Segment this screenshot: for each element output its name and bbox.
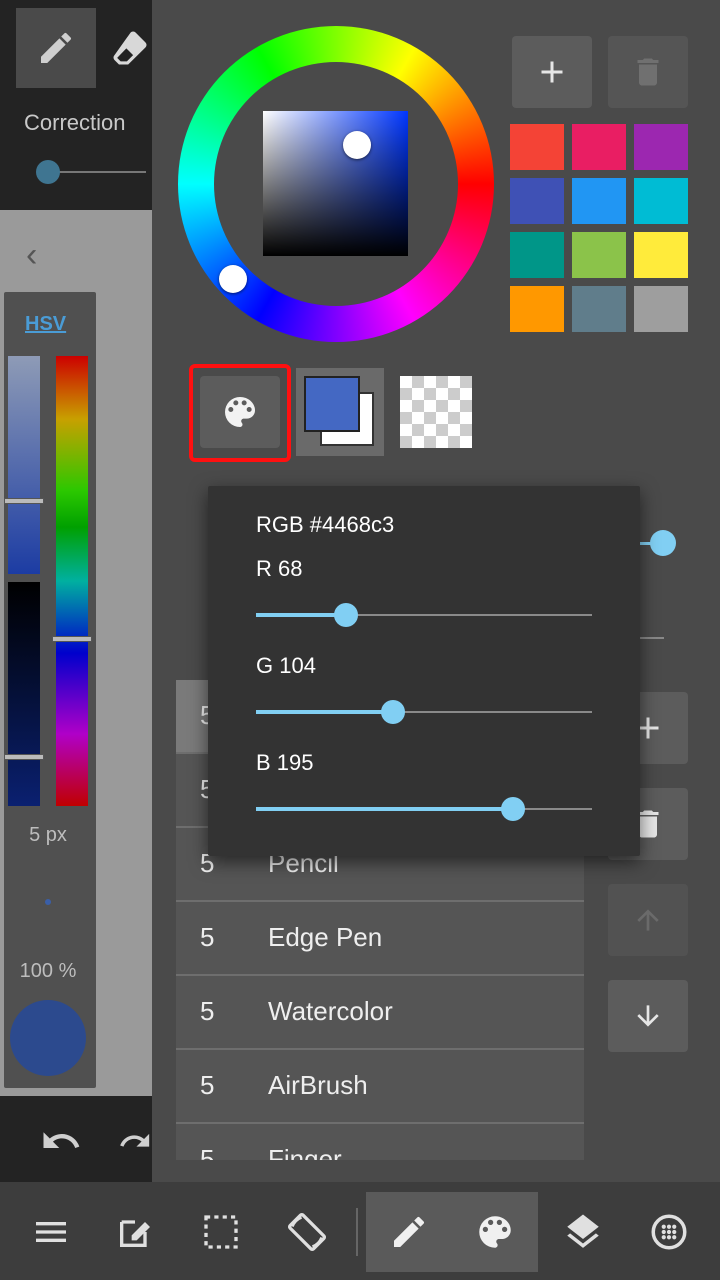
brush-name: AirBrush — [268, 1070, 368, 1100]
red-slider-knob[interactable] — [334, 603, 358, 627]
brush-size-label: 5 px — [29, 824, 67, 846]
green-slider-knob[interactable] — [381, 700, 405, 724]
color-swatch[interactable] — [634, 124, 688, 170]
brush-list-item[interactable]: 5 Watercolor — [176, 976, 584, 1050]
toolbar-divider — [356, 1208, 358, 1256]
foreground-color-square — [304, 376, 360, 432]
blue-slider-fill — [256, 807, 513, 811]
undo-icon[interactable] — [40, 1120, 82, 1162]
hue-handle[interactable] — [52, 636, 92, 642]
saturation-bar[interactable] — [8, 356, 40, 574]
chevron-left-icon[interactable]: ‹ — [26, 236, 37, 275]
layers-button[interactable] — [540, 1192, 626, 1272]
value-handle[interactable] — [4, 754, 44, 760]
selection-button[interactable] — [178, 1192, 264, 1272]
brush-name: Watercolor — [268, 996, 393, 1026]
brush-size-value: 5 — [200, 1144, 215, 1160]
layers-icon — [567, 1214, 599, 1248]
sv-picker-knob[interactable] — [343, 131, 371, 159]
color-swatch[interactable] — [510, 178, 564, 224]
rotate-icon — [287, 1212, 327, 1252]
brush-size-value: 5 — [200, 996, 215, 1026]
rgb-hex-label: RGB #4468c3 — [256, 512, 395, 537]
selection-icon — [204, 1215, 238, 1249]
arrow-up-icon — [637, 909, 659, 931]
eraser-icon — [113, 31, 147, 65]
menu-icon — [36, 1222, 66, 1242]
color-palette-button[interactable] — [200, 376, 280, 448]
brush-list-item[interactable]: 5 AirBrush — [176, 1050, 584, 1124]
blue-slider-knob[interactable] — [501, 797, 525, 821]
hsv-mode-link[interactable]: HSV — [25, 313, 66, 336]
brush-list-item[interactable]: 5 Finger — [176, 1124, 584, 1160]
hue-bar[interactable] — [56, 356, 88, 806]
add-color-button[interactable] — [512, 36, 592, 108]
brush-size-value: 5 — [200, 1070, 215, 1100]
palette-icon — [225, 397, 255, 427]
color-swatch[interactable] — [572, 286, 626, 332]
settings-icon — [651, 1214, 687, 1250]
brush-list-item[interactable]: 5 Edge Pen — [176, 902, 584, 976]
color-swatch[interactable] — [510, 286, 564, 332]
material-button[interactable] — [626, 1192, 712, 1272]
current-color-preview[interactable] — [10, 1000, 86, 1076]
value-bar[interactable] — [8, 582, 40, 806]
pencil-tool-button[interactable] — [16, 8, 96, 88]
edit-icon — [120, 1220, 150, 1247]
plus-icon — [541, 61, 563, 83]
color-swatch[interactable] — [572, 124, 626, 170]
blue-label: B 195 — [256, 750, 314, 775]
partial-slider-knob[interactable] — [650, 530, 676, 556]
saturation-value-square[interactable] — [263, 111, 408, 256]
palette-icon — [479, 1216, 511, 1248]
color-swatch[interactable] — [510, 232, 564, 278]
green-label: G 104 — [256, 653, 316, 678]
brush-size-preview — [45, 899, 51, 905]
edit-button[interactable] — [92, 1192, 178, 1272]
arrow-down-icon — [637, 1005, 659, 1027]
hue-picker-knob[interactable] — [219, 265, 247, 293]
red-slider-fill — [256, 613, 346, 617]
correction-slider-knob[interactable] — [36, 160, 60, 184]
correction-label: Correction — [24, 110, 126, 135]
color-tool-button[interactable] — [452, 1192, 538, 1272]
redo-icon[interactable] — [118, 1120, 152, 1162]
brush-name: Edge Pen — [268, 922, 383, 952]
green-slider-fill — [256, 710, 393, 714]
saturation-handle[interactable] — [4, 498, 44, 504]
trash-icon — [637, 58, 659, 86]
opacity-label: 100 % — [19, 960, 77, 982]
red-label: R 68 — [256, 556, 303, 581]
delete-color-button[interactable] — [608, 36, 688, 108]
transparent-color-button[interactable] — [400, 376, 472, 448]
menu-button[interactable] — [8, 1192, 94, 1272]
pencil-icon — [41, 32, 71, 63]
rotate-button[interactable] — [264, 1192, 350, 1272]
eraser-tool-button[interactable] — [108, 8, 152, 88]
brush-name: Finger — [268, 1144, 342, 1160]
color-swatch[interactable] — [634, 178, 688, 224]
color-swatch[interactable] — [572, 178, 626, 224]
move-up-button[interactable] — [608, 884, 688, 956]
color-swatch[interactable] — [510, 124, 564, 170]
move-down-button[interactable] — [608, 980, 688, 1052]
color-swatch[interactable] — [572, 232, 626, 278]
brush-tool-button[interactable] — [366, 1192, 452, 1272]
color-swatch[interactable] — [634, 286, 688, 332]
correction-slider-track[interactable] — [48, 171, 146, 173]
color-swatch[interactable] — [634, 232, 688, 278]
pencil-icon — [394, 1216, 424, 1247]
brush-size-value: 5 — [200, 922, 215, 952]
